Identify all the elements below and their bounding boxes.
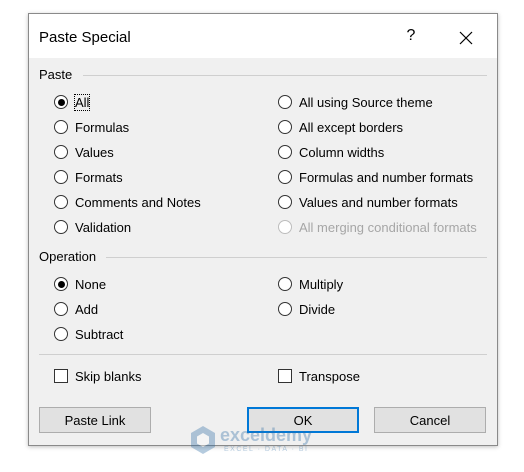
radio-paste-all[interactable]: All <box>54 92 91 112</box>
option-label: Subtract <box>75 326 124 342</box>
close-icon[interactable] <box>455 27 477 49</box>
dialog-title: Paste Special <box>39 29 131 46</box>
radio-paste-validation[interactable]: Validation <box>54 217 131 237</box>
radio-paste-comments-notes[interactable]: Comments and Notes <box>54 192 201 212</box>
radio-paste-all-merging-conditional-formats: All merging conditional formats <box>278 217 477 237</box>
radio-button[interactable] <box>278 195 292 209</box>
option-label: All using Source theme <box>299 94 433 110</box>
radio-button[interactable] <box>54 327 68 341</box>
operation-group-label: Operation <box>39 249 97 264</box>
radio-button[interactable] <box>278 95 292 109</box>
paste-link-button[interactable]: Paste Link <box>39 407 151 433</box>
options-separator <box>39 354 487 355</box>
radio-button[interactable] <box>278 120 292 134</box>
option-label: Multiply <box>299 276 344 292</box>
radio-paste-column-widths[interactable]: Column widths <box>278 142 384 162</box>
option-label: All <box>73 93 91 111</box>
radio-operation-subtract[interactable]: Subtract <box>54 324 123 344</box>
radio-operation-multiply[interactable]: Multiply <box>278 274 343 294</box>
option-label: Add <box>75 301 99 317</box>
help-button[interactable]: ? <box>401 27 421 45</box>
option-label: Validation <box>75 219 132 235</box>
radio-operation-divide[interactable]: Divide <box>278 299 335 319</box>
option-label: Formats <box>75 169 123 185</box>
radio-button[interactable] <box>54 277 68 291</box>
radio-paste-all-except-borders[interactable]: All except borders <box>278 117 403 137</box>
checkbox-transpose[interactable]: Transpose <box>278 366 360 386</box>
radio-button[interactable] <box>54 120 68 134</box>
paste-special-dialog: Paste Special ? Paste All Formulas Value… <box>28 13 498 446</box>
cancel-button[interactable]: Cancel <box>374 407 486 433</box>
radio-button[interactable] <box>54 195 68 209</box>
paste-separator <box>83 75 487 76</box>
radio-paste-values-number-formats[interactable]: Values and number formats <box>278 192 458 212</box>
radio-button <box>278 220 292 234</box>
radio-paste-all-source-theme[interactable]: All using Source theme <box>278 92 433 112</box>
radio-operation-add[interactable]: Add <box>54 299 98 319</box>
radio-button[interactable] <box>278 277 292 291</box>
radio-paste-formulas[interactable]: Formulas <box>54 117 129 137</box>
checkbox[interactable] <box>54 369 68 383</box>
radio-button[interactable] <box>54 302 68 316</box>
radio-button[interactable] <box>54 95 68 109</box>
radio-paste-formats[interactable]: Formats <box>54 167 123 187</box>
radio-paste-values[interactable]: Values <box>54 142 114 162</box>
option-label: Values <box>75 144 114 160</box>
radio-paste-formulas-number-formats[interactable]: Formulas and number formats <box>278 167 473 187</box>
option-label: None <box>75 276 107 292</box>
title-bar: Paste Special ? <box>29 14 497 58</box>
radio-button[interactable] <box>54 170 68 184</box>
option-label: All merging conditional formats <box>299 219 477 235</box>
radio-button[interactable] <box>278 170 292 184</box>
radio-button[interactable] <box>54 145 68 159</box>
option-label: Transpose <box>299 368 360 384</box>
option-label: Comments and Notes <box>75 194 201 210</box>
radio-button[interactable] <box>54 220 68 234</box>
option-label: Formulas <box>75 119 130 135</box>
option-label: Skip blanks <box>75 368 142 384</box>
option-label: Values and number formats <box>299 194 458 210</box>
option-label: All except borders <box>299 119 404 135</box>
watermark-tagline: EXCEL · DATA · BI <box>224 446 309 453</box>
operation-separator <box>106 257 487 258</box>
option-label: Column widths <box>299 144 385 160</box>
ok-button[interactable]: OK <box>247 407 359 433</box>
option-label: Formulas and number formats <box>299 169 474 185</box>
radio-button[interactable] <box>278 302 292 316</box>
paste-group-label: Paste <box>39 67 73 82</box>
radio-operation-none[interactable]: None <box>54 274 106 294</box>
checkbox-skip-blanks[interactable]: Skip blanks <box>54 366 141 386</box>
checkbox[interactable] <box>278 369 292 383</box>
radio-button[interactable] <box>278 145 292 159</box>
option-label: Divide <box>299 301 336 317</box>
